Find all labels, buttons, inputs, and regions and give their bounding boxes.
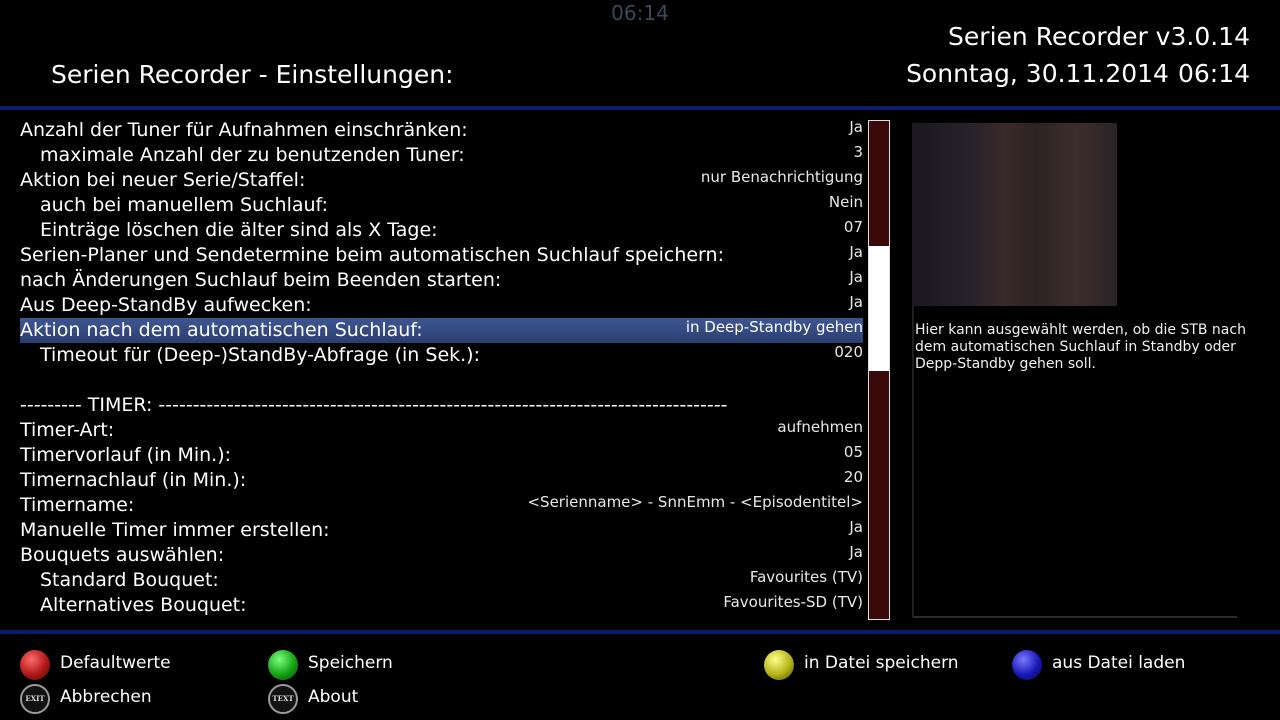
scrollbar-thumb[interactable]	[869, 246, 889, 371]
setting-value: Favourites-SD (TV)	[723, 593, 863, 611]
setting-row-alternative-bouquet[interactable]: Alternatives Bouquet: Favourites-SD (TV)	[20, 593, 863, 618]
setting-label: Standard Bouquet:	[40, 569, 219, 591]
plugin-version: Serien Recorder v3.0.14	[948, 22, 1250, 51]
setting-label: Anzahl der Tuner für Aufnahmen einschrän…	[20, 119, 468, 141]
settings-list[interactable]: Anzahl der Tuner für Aufnahmen einschrän…	[20, 118, 863, 618]
red-circle-icon	[20, 650, 50, 680]
green-button-label: Speichern	[308, 653, 393, 673]
setting-row-search-on-exit[interactable]: nach Änderungen Suchlauf beim Beenden st…	[20, 268, 863, 293]
yellow-button-label: in Datei speichern	[804, 653, 959, 673]
setting-label: Serien-Planer und Sendetermine beim auto…	[20, 244, 724, 266]
scrollbar[interactable]	[868, 120, 890, 620]
setting-label: Einträge löschen die älter sind als X Ta…	[40, 219, 438, 241]
setting-value: Ja	[849, 118, 863, 136]
setting-value: in Deep-Standby gehen	[685, 318, 863, 336]
setting-value: 3	[853, 143, 863, 161]
setting-row-delete-days[interactable]: Einträge löschen die älter sind als X Ta…	[20, 218, 863, 243]
tv-preview	[912, 123, 1117, 306]
text-button-label: About	[308, 687, 359, 707]
setting-label: nach Änderungen Suchlauf beim Beenden st…	[20, 269, 502, 291]
current-time: 06:14	[1177, 59, 1250, 88]
setting-row-save-planner[interactable]: Serien-Planer und Sendetermine beim auto…	[20, 243, 863, 268]
setting-value: 05	[843, 443, 863, 461]
green-circle-icon	[268, 650, 298, 680]
top-divider	[0, 106, 1280, 110]
setting-value: 07	[843, 218, 863, 236]
setting-value: <Serienname> - SnnEmm - <Episodentitel>	[527, 493, 863, 511]
setting-value: aufnehmen	[777, 418, 863, 436]
setting-label: Aktion nach dem automatischen Suchlauf:	[20, 319, 423, 341]
setting-value: Ja	[849, 243, 863, 261]
exit-button-label: Abbrechen	[60, 687, 152, 707]
setting-label: Timername:	[20, 494, 135, 516]
text-key-icon-text: TEXT	[272, 694, 294, 703]
section-label: --------- TIMER: -----------------------…	[20, 394, 728, 416]
text-key-icon: TEXT	[268, 684, 298, 714]
setting-row-manual-timer[interactable]: Manuelle Timer immer erstellen: Ja	[20, 518, 863, 543]
setting-label: Timer-Art:	[20, 419, 115, 441]
current-date: Sonntag, 30.11.2014	[906, 59, 1169, 88]
setting-label: Bouquets auswählen:	[20, 544, 225, 566]
setting-value: Ja	[849, 543, 863, 561]
setting-value: Nein	[828, 193, 863, 211]
setting-value: Ja	[849, 293, 863, 311]
setting-value: Ja	[849, 518, 863, 536]
setting-value: 020	[834, 343, 863, 361]
help-text: Hier kann ausgewählt werden, ob die STB …	[915, 322, 1246, 372]
red-button-label: Defaultwerte	[60, 653, 171, 673]
setting-value: Favourites (TV)	[749, 568, 863, 586]
setting-row-tuner-limit[interactable]: Anzahl der Tuner für Aufnahmen einschrän…	[20, 118, 863, 143]
setting-row-timer-name[interactable]: Timername: <Serienname> - SnnEmm - <Episo…	[20, 493, 863, 518]
setting-row-new-series-action[interactable]: Aktion bei neuer Serie/Staffel: nur Benac…	[20, 168, 863, 193]
yellow-circle-icon	[764, 650, 794, 680]
screen-title: Serien Recorder - Einstellungen:	[51, 60, 454, 89]
setting-row-standby-timeout[interactable]: Timeout für (Deep-)StandBy-Abfrage (in S…	[20, 343, 863, 368]
setting-row-bouquets[interactable]: Bouquets auswählen: Ja	[20, 543, 863, 568]
bottom-divider	[0, 630, 1280, 634]
setting-label: Aus Deep-StandBy aufwecken:	[20, 294, 312, 316]
setting-label: Aktion bei neuer Serie/Staffel:	[20, 169, 306, 191]
setting-row-timer-pre[interactable]: Timervorlauf (in Min.): 05	[20, 443, 863, 468]
setting-value: nur Benachrichtigung	[700, 168, 863, 186]
exit-key-icon-text: EXIT	[25, 694, 45, 703]
setting-label: Alternatives Bouquet:	[40, 594, 247, 616]
blue-button-label: aus Datei laden	[1052, 653, 1186, 673]
section-header-timer: --------- TIMER: -----------------------…	[20, 393, 863, 418]
date-time: Sonntag, 30.11.2014 06:14	[897, 59, 1250, 88]
blue-circle-icon	[1012, 650, 1042, 680]
setting-row-spacer	[20, 368, 863, 393]
setting-value: Ja	[849, 268, 863, 286]
setting-label: Timernachlauf (in Min.):	[20, 469, 247, 491]
setting-label: Manuelle Timer immer erstellen:	[20, 519, 330, 541]
setting-label: auch bei manuellem Suchlauf:	[40, 194, 328, 216]
setting-row-manual-search[interactable]: auch bei manuellem Suchlauf: Nein	[20, 193, 863, 218]
setting-row-timer-type[interactable]: Timer-Art: aufnehmen	[20, 418, 863, 443]
setting-label: Timervorlauf (in Min.):	[20, 444, 232, 466]
setting-row-after-search-action[interactable]: Aktion nach dem automatischen Suchlauf: i…	[20, 318, 863, 343]
exit-key-icon: EXIT	[20, 684, 50, 714]
setting-label: Timeout für (Deep-)StandBy-Abfrage (in S…	[40, 344, 480, 366]
setting-value: 20	[843, 468, 863, 486]
setting-label: maximale Anzahl der zu benutzenden Tuner…	[40, 144, 465, 166]
